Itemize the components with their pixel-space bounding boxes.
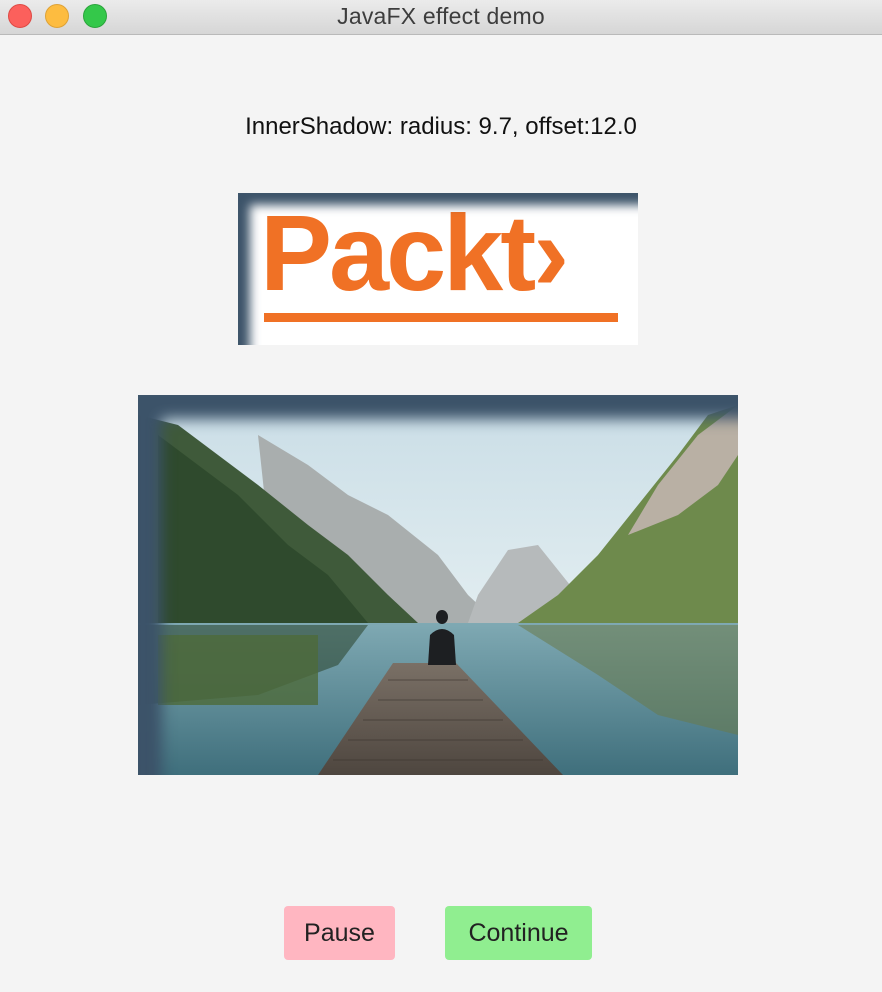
effect-caption: InnerShadow: radius: 9.7, offset:12.0	[245, 113, 637, 140]
landscape-illustration	[138, 395, 738, 775]
logo-text: Packt	[260, 193, 536, 313]
logo-underline	[264, 313, 618, 322]
continue-button[interactable]: Continue	[445, 906, 592, 960]
window-title: JavaFX effect demo	[337, 3, 545, 29]
logo-wordmark: Packt›	[260, 199, 569, 307]
packt-logo-image: Packt›	[238, 193, 638, 345]
lake-landscape-image	[138, 395, 738, 775]
window-titlebar: JavaFX effect demo	[0, 0, 882, 35]
pause-button[interactable]: Pause	[284, 906, 395, 960]
logo-arrow-icon: ›	[533, 193, 569, 313]
